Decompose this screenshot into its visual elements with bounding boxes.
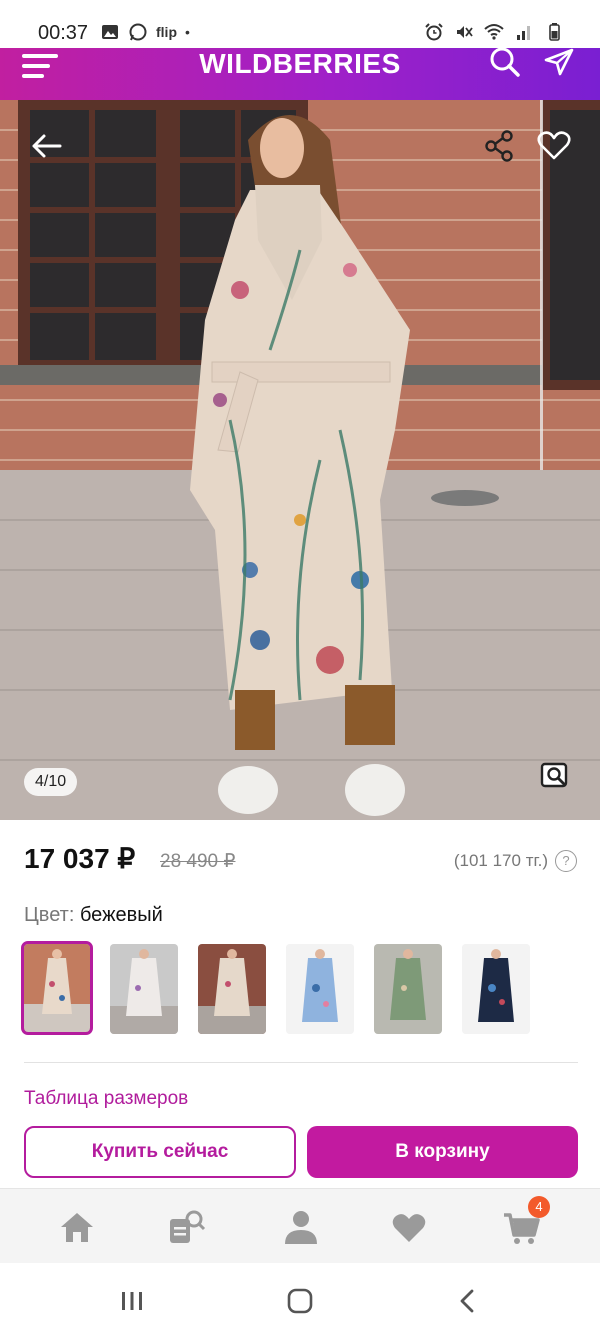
converted-price: (101 170 тг.) xyxy=(453,851,548,870)
color-swatch[interactable] xyxy=(462,944,530,1034)
color-swatch[interactable] xyxy=(286,944,354,1034)
image-icon xyxy=(102,25,118,39)
color-swatches xyxy=(21,941,530,1035)
back-button-icon[interactable] xyxy=(453,1286,483,1316)
size-table-link[interactable]: Таблица размеров xyxy=(24,1088,188,1110)
battery-icon xyxy=(549,23,560,41)
old-price: 28 490 ₽ xyxy=(160,851,236,872)
app-header: WILDBERRIES xyxy=(0,48,600,100)
color-swatch[interactable] xyxy=(21,941,93,1035)
favorites-icon[interactable] xyxy=(389,1207,429,1247)
home-icon[interactable] xyxy=(57,1207,97,1247)
bottom-navigation xyxy=(0,1188,600,1263)
wifi-icon xyxy=(484,24,504,40)
color-swatch[interactable] xyxy=(374,944,442,1034)
send-icon[interactable] xyxy=(542,48,576,78)
status-time: 00:37 xyxy=(38,22,89,44)
price-help-icon[interactable]: ? xyxy=(555,850,577,872)
status-right-icons xyxy=(424,22,564,42)
profile-icon[interactable] xyxy=(281,1207,321,1247)
color-swatch[interactable] xyxy=(198,944,266,1034)
color-swatch[interactable] xyxy=(110,944,178,1034)
color-row: Цвет: бежевый xyxy=(24,904,163,927)
home-button-icon[interactable] xyxy=(285,1286,315,1316)
whatsapp-icon xyxy=(129,23,147,41)
status-bar: 00:37 flip • xyxy=(0,0,600,48)
signal-icon xyxy=(517,26,530,40)
alarm-icon xyxy=(425,23,443,41)
color-label: Цвет: xyxy=(24,904,75,926)
image-search-icon[interactable] xyxy=(533,752,577,796)
buy-now-button[interactable]: Купить сейчас xyxy=(24,1126,296,1178)
divider xyxy=(24,1062,578,1063)
mute-icon xyxy=(457,26,473,38)
share-icon[interactable] xyxy=(477,124,521,168)
back-arrow-icon[interactable] xyxy=(24,124,68,168)
image-counter: 4/10 xyxy=(24,768,78,796)
search-icon[interactable] xyxy=(488,48,522,78)
current-price: 17 037 ₽ xyxy=(24,843,136,874)
add-to-cart-button[interactable]: В корзину xyxy=(307,1126,578,1178)
system-navigation xyxy=(0,1264,600,1332)
cart-badge: 4 xyxy=(528,1196,550,1218)
flip-label: flip xyxy=(156,24,177,40)
recent-apps-icon[interactable] xyxy=(117,1286,147,1316)
status-left-icons: flip • xyxy=(100,22,190,42)
color-value: бежевый xyxy=(79,904,163,926)
favorite-heart-icon[interactable] xyxy=(532,124,576,168)
product-image[interactable] xyxy=(0,100,600,820)
catalog-search-icon[interactable] xyxy=(167,1207,207,1247)
notification-dot-icon: • xyxy=(185,24,190,40)
